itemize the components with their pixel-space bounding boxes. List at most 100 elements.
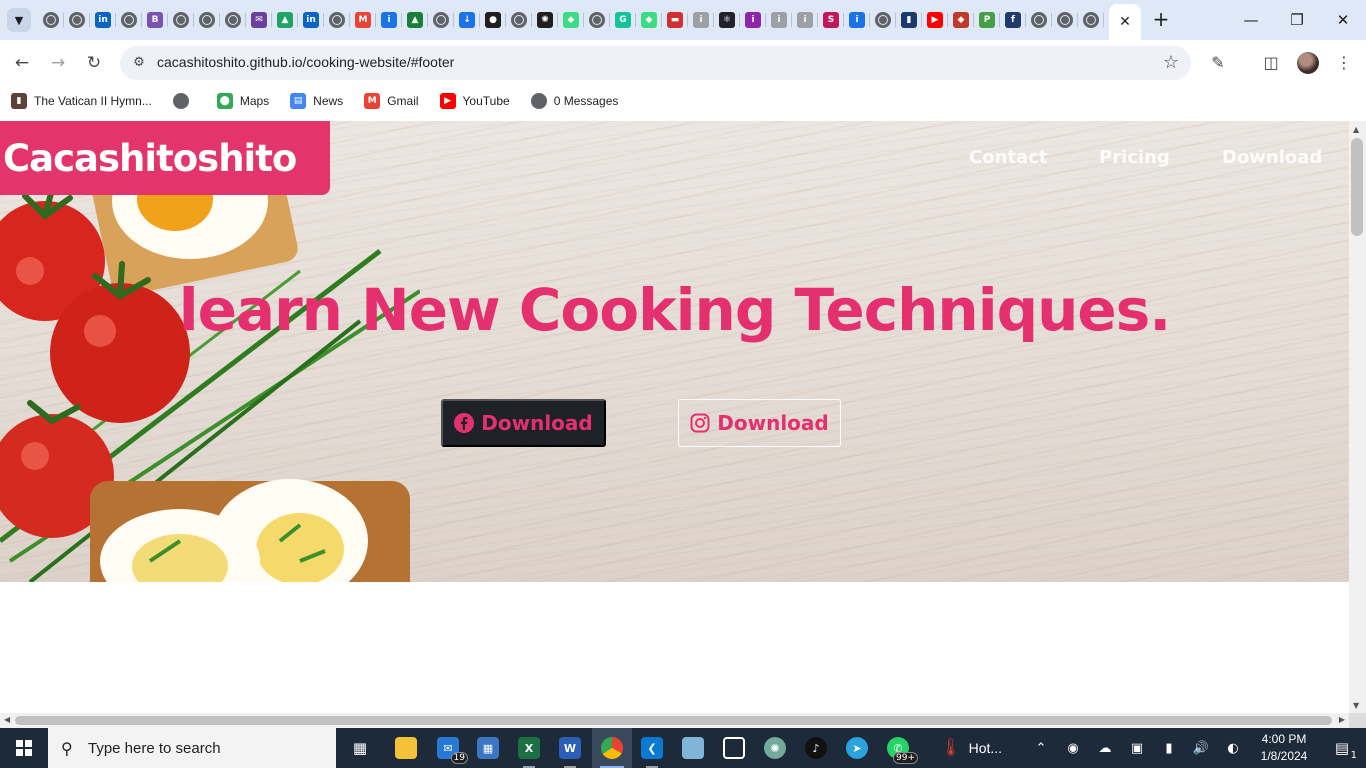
browser-tab[interactable] — [168, 9, 194, 31]
browser-tab[interactable] — [506, 9, 532, 31]
browser-tab[interactable]: i — [766, 9, 792, 31]
battery-icon[interactable]: ▮ — [1157, 728, 1181, 768]
browser-tab[interactable]: ⚛ — [714, 9, 740, 31]
nav-contact-link[interactable]: Contact — [969, 147, 1047, 168]
browser-tab[interactable]: in — [90, 9, 116, 31]
browser-tab[interactable]: ● — [480, 9, 506, 31]
scroll-down-arrow-icon[interactable]: ▼ — [1353, 701, 1359, 710]
task-view-button[interactable]: ▦ — [340, 728, 380, 768]
browser-tab[interactable]: P — [974, 9, 1000, 31]
browser-tab[interactable]: i — [688, 9, 714, 31]
browser-tab[interactable]: ▲ — [402, 9, 428, 31]
browser-tab[interactable]: i — [376, 9, 402, 31]
browser-tab[interactable]: i — [740, 9, 766, 31]
bookmark-star-icon[interactable]: ☆ — [1163, 52, 1179, 73]
tab-search-button[interactable]: ▼ — [7, 8, 31, 32]
browser-tab[interactable]: ▲ — [272, 9, 298, 31]
show-hidden-icons-chevron-icon[interactable]: ⌃ — [1029, 728, 1053, 768]
store-app-button[interactable]: ▦ — [468, 728, 508, 768]
onedrive-icon[interactable]: ☁ — [1093, 728, 1117, 768]
instagram-download-button[interactable]: Download — [678, 399, 841, 447]
browser-tab[interactable]: G — [610, 9, 636, 31]
browser-tab[interactable]: ▬ — [662, 9, 688, 31]
browser-tab[interactable] — [220, 9, 246, 31]
extensions-icon[interactable]: ✎ — [1206, 51, 1230, 75]
taskbar-clock[interactable]: 4:00 PM 1/8/2024 — [1252, 731, 1316, 765]
vertical-scrollbar[interactable]: ▲ ▼ — [1349, 121, 1366, 713]
3d-viewer-app-button[interactable] — [714, 728, 754, 768]
browser-tab[interactable] — [1078, 9, 1104, 31]
browser-tab[interactable] — [116, 9, 142, 31]
browser-tab[interactable] — [428, 9, 454, 31]
browser-tab[interactable]: i — [792, 9, 818, 31]
horizontal-scrollbar[interactable]: ◀ ▶ — [0, 713, 1349, 728]
new-tab-button[interactable]: + — [1150, 8, 1172, 30]
vscode-app-button[interactable]: ❮ — [632, 728, 672, 768]
bookmark-item[interactable]: ⬤ Maps — [216, 92, 269, 109]
browser-tab[interactable]: i — [844, 9, 870, 31]
browser-tab[interactable] — [64, 9, 90, 31]
telegram-app-button[interactable]: ➤ — [837, 728, 877, 768]
browser-tab[interactable]: ◆ — [636, 9, 662, 31]
weather-widget[interactable]: 🌡 Hot... — [940, 728, 1002, 768]
scroll-right-arrow-icon[interactable]: ▶ — [1339, 715, 1345, 724]
restore-button[interactable]: ❐ — [1285, 8, 1309, 32]
excel-app-button[interactable]: X — [509, 728, 549, 768]
facebook-download-button[interactable]: Download — [441, 399, 606, 447]
browser-tab[interactable]: ▶ — [922, 9, 948, 31]
browser-tab[interactable] — [324, 9, 350, 31]
chrome-app-button[interactable] — [592, 728, 632, 768]
browser-tab[interactable] — [194, 9, 220, 31]
profile-avatar[interactable] — [1297, 52, 1319, 74]
active-tab-close-icon[interactable]: ✕ — [1109, 4, 1141, 40]
browser-tab[interactable]: in — [298, 9, 324, 31]
browser-tab[interactable]: ✉ — [246, 9, 272, 31]
browser-tab[interactable]: ▮ — [896, 9, 922, 31]
scroll-left-arrow-icon[interactable]: ◀ — [4, 715, 10, 724]
brand-logo[interactable]: Cacashitoshito — [0, 121, 330, 195]
browser-tab[interactable]: B — [142, 9, 168, 31]
side-panel-icon[interactable]: ◫ — [1259, 51, 1283, 75]
browser-tab[interactable]: ◆ — [948, 9, 974, 31]
close-window-button[interactable]: ✕ — [1331, 8, 1355, 32]
display-icon[interactable]: ▣ — [1125, 728, 1149, 768]
reload-button[interactable]: ↻ — [82, 51, 106, 75]
wifi-icon[interactable]: ◐ — [1221, 728, 1245, 768]
browser-tab[interactable]: f — [1000, 9, 1026, 31]
bookmark-item[interactable]: ▤ News — [290, 92, 343, 109]
bookmark-item[interactable]: M Gmail — [364, 92, 419, 109]
browser-tab[interactable]: S — [818, 9, 844, 31]
vertical-scroll-thumb[interactable] — [1351, 138, 1363, 236]
whatsapp-app-button[interactable]: ✆ 99+ — [878, 728, 918, 768]
meet-now-icon[interactable]: ◉ — [1061, 728, 1085, 768]
notepad-app-button[interactable] — [673, 728, 713, 768]
url-text[interactable]: cacashitoshito.github.io/cooking-website… — [157, 54, 454, 70]
browser-tab[interactable] — [1026, 9, 1052, 31]
bookmark-item[interactable]: 0 Messages — [530, 92, 618, 109]
nav-pricing-link[interactable]: Pricing — [1099, 147, 1170, 168]
start-button[interactable] — [0, 728, 48, 768]
bookmark-item[interactable]: ▮ The Vatican II Hymn... — [11, 92, 152, 109]
browser-tab[interactable]: ✺ — [532, 9, 558, 31]
site-info-icon[interactable]: ⚙ — [130, 54, 148, 72]
browser-tab[interactable] — [870, 9, 896, 31]
file-explorer-button[interactable] — [386, 728, 426, 768]
taskbar-search-box[interactable]: ⚲ Type here to search — [48, 728, 336, 768]
browser-tab[interactable]: ↓ — [454, 9, 480, 31]
word-app-button[interactable]: W — [550, 728, 590, 768]
browser-tab[interactable] — [584, 9, 610, 31]
volume-icon[interactable]: 🔊 — [1189, 728, 1213, 768]
back-button[interactable]: ← — [10, 51, 34, 75]
tiktok-app-button[interactable]: ♪ — [796, 728, 836, 768]
horizontal-scroll-thumb[interactable] — [15, 716, 1332, 725]
bookmark-item[interactable]: ▶ YouTube — [439, 92, 510, 109]
menu-icon[interactable]: ⋮ — [1332, 51, 1356, 75]
browser-tab[interactable]: M — [350, 9, 376, 31]
scroll-up-arrow-icon[interactable]: ▲ — [1353, 125, 1359, 134]
mail-app-button[interactable]: ✉ 19 — [428, 728, 468, 768]
browser-tab[interactable]: ◆ — [558, 9, 584, 31]
browser-tab[interactable] — [38, 9, 64, 31]
forward-button[interactable]: → — [46, 51, 70, 75]
notification-center-button[interactable]: ▤ 1 — [1322, 728, 1362, 768]
minimize-button[interactable]: — — [1239, 8, 1263, 32]
